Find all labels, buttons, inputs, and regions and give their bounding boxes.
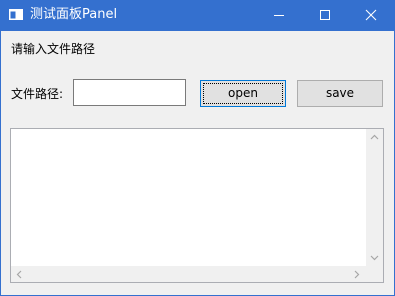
window-app-icon xyxy=(9,9,23,20)
client-area: 请输入文件路径 文件路径: open save xyxy=(1,31,394,295)
scroll-down-icon[interactable] xyxy=(370,255,379,261)
minimize-icon xyxy=(274,15,284,16)
close-button[interactable] xyxy=(348,0,394,31)
save-button[interactable]: save xyxy=(297,80,383,107)
file-path-input[interactable] xyxy=(73,79,186,106)
scroll-right-icon[interactable] xyxy=(354,270,360,279)
horizontal-scrollbar[interactable] xyxy=(11,266,366,282)
maximize-icon xyxy=(320,10,330,20)
close-icon xyxy=(365,9,377,21)
file-path-label: 文件路径: xyxy=(11,87,64,101)
minimize-button[interactable] xyxy=(256,0,302,31)
output-text-area[interactable] xyxy=(10,128,384,283)
scroll-up-icon[interactable] xyxy=(370,134,379,140)
window-title: 测试面板Panel xyxy=(30,7,118,22)
scrollbar-corner xyxy=(366,266,383,282)
title-bar[interactable]: 测试面板Panel xyxy=(0,0,395,31)
scroll-left-icon[interactable] xyxy=(16,270,22,279)
open-button[interactable]: open xyxy=(200,80,286,107)
maximize-button[interactable] xyxy=(302,0,348,31)
prompt-label: 请输入文件路径 xyxy=(11,42,96,56)
focus-rectangle xyxy=(203,83,283,104)
save-button-label: save xyxy=(325,86,355,100)
vertical-scrollbar[interactable] xyxy=(366,129,383,266)
app-window: 测试面板Panel 请输入文件路径 文件路径: open save xyxy=(0,0,395,296)
